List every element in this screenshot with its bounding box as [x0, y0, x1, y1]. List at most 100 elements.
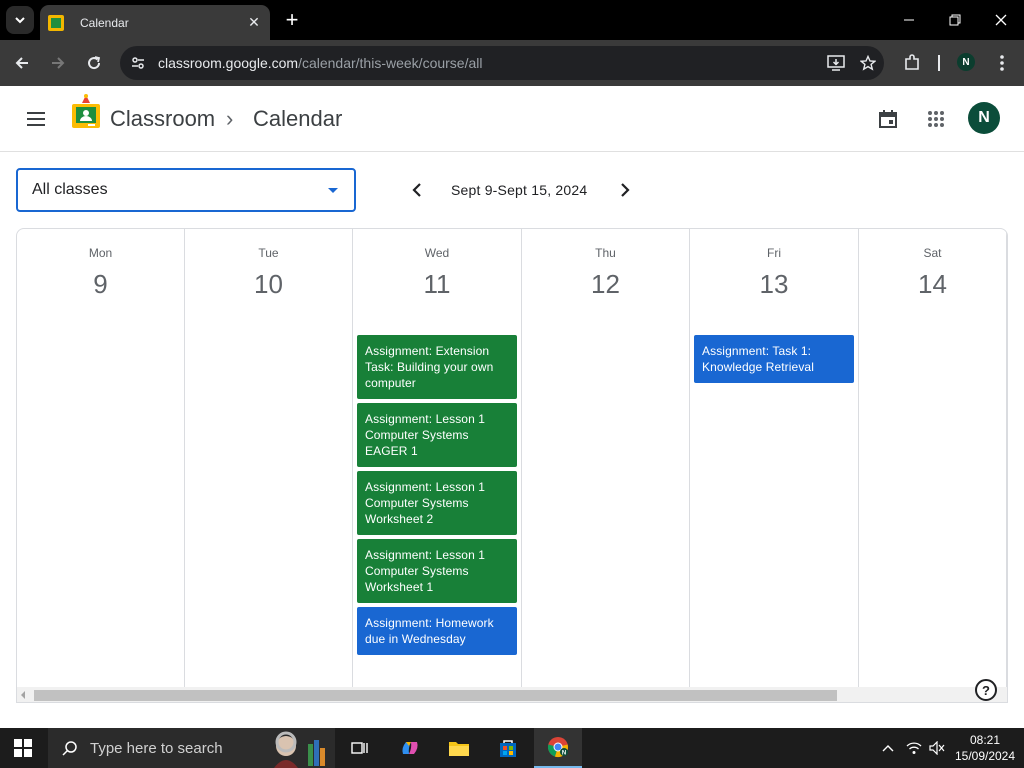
- close-icon: [995, 14, 1007, 26]
- site-info-icon[interactable]: [126, 51, 150, 75]
- assignment-event[interactable]: Assignment: Lesson 1 Computer Systems Wo…: [357, 471, 517, 535]
- reload-icon: [88, 56, 101, 70]
- account-avatar[interactable]: N: [968, 102, 1000, 134]
- address-bar[interactable]: classroom.google.com/calendar/this-week/…: [120, 46, 884, 80]
- new-tab-button[interactable]: +: [280, 7, 304, 32]
- assignment-event[interactable]: Assignment: Homework due in Wednesday: [357, 607, 517, 655]
- day-name: Thu: [595, 246, 616, 260]
- bookmark-star-icon[interactable]: [852, 49, 884, 77]
- url-text[interactable]: classroom.google.com/calendar/this-week/…: [158, 55, 820, 71]
- chrome-button[interactable]: N: [534, 728, 582, 768]
- search-highlight-illustration-icon: [274, 731, 325, 768]
- assignment-event[interactable]: Assignment: Task 1: Knowledge Retrieval: [694, 335, 854, 383]
- calendar-button[interactable]: [872, 103, 904, 135]
- previous-week-button[interactable]: [403, 176, 431, 204]
- class-filter-select[interactable]: All classes: [16, 168, 356, 212]
- windows-taskbar: Type here to search N 08:21 15/09/2024: [0, 728, 1024, 768]
- week-range-label: Sept 9-Sept 15, 2024: [451, 182, 588, 198]
- day-number: 14: [918, 269, 947, 299]
- copilot-button[interactable]: [386, 728, 434, 768]
- week-calendar-grid: Mon 9 Tue 10 Wed 11 Assignment: Extension Task…: [16, 228, 1008, 703]
- browser-toolbar: classroom.google.com/calendar/this-week/…: [0, 40, 1024, 86]
- chevron-up-icon: [882, 745, 894, 752]
- browser-tab[interactable]: Calendar ✕: [40, 5, 270, 40]
- url-host: classroom.google.com: [158, 55, 299, 71]
- restore-button[interactable]: [932, 0, 978, 40]
- folder-icon: [449, 742, 469, 756]
- help-button[interactable]: ?: [975, 679, 997, 701]
- apps-grid-icon: [928, 111, 944, 127]
- scroll-left-arrow-icon[interactable]: [21, 691, 25, 699]
- taskbar-search-box[interactable]: Type here to search: [48, 728, 335, 768]
- restore-icon: [949, 14, 961, 26]
- chevron-left-icon: [412, 183, 421, 197]
- day-number: 11: [423, 269, 451, 299]
- forward-button[interactable]: [44, 49, 72, 77]
- install-app-icon[interactable]: [820, 49, 852, 77]
- calendar-icon: [879, 110, 897, 128]
- assignment-event[interactable]: Assignment: Lesson 1 Computer Systems Wo…: [357, 539, 517, 603]
- minimize-icon: [904, 19, 914, 21]
- classroom-favicon-icon: [48, 14, 64, 31]
- task-view-button[interactable]: [336, 728, 384, 768]
- task-view-icon: [351, 742, 368, 754]
- store-icon: [500, 740, 516, 757]
- day-column[interactable]: Mon 9: [17, 229, 185, 687]
- breadcrumb-separator: ›: [226, 106, 234, 131]
- tab-search-button[interactable]: [6, 6, 34, 34]
- show-hidden-icons-button[interactable]: [876, 728, 900, 768]
- class-filter-value: All classes: [32, 181, 108, 198]
- close-window-button[interactable]: [978, 0, 1024, 40]
- taskbar-clock[interactable]: 08:21 15/09/2024: [950, 732, 1020, 764]
- clock-time: 08:21: [969, 733, 1001, 747]
- search-icon: [62, 741, 77, 756]
- chrome-icon: N: [547, 737, 568, 758]
- day-name: Mon: [88, 246, 113, 260]
- microsoft-store-button[interactable]: [484, 728, 532, 768]
- day-column[interactable]: Wed 11 Assignment: Extension Task: Buildin…: [353, 229, 522, 687]
- volume-button[interactable]: [926, 728, 948, 768]
- day-number: 13: [759, 269, 789, 299]
- apps-launcher-button[interactable]: [920, 103, 952, 135]
- scrollbar-thumb[interactable]: [34, 690, 837, 701]
- back-button[interactable]: [8, 49, 36, 77]
- page-title: Calendar: [253, 106, 343, 131]
- day-column[interactable]: Sat 14: [859, 229, 1007, 687]
- assignment-event[interactable]: Assignment: Lesson 1 Computer Systems EA…: [357, 403, 517, 467]
- day-name: Wed: [424, 246, 450, 260]
- extensions-icon[interactable]: [898, 49, 926, 77]
- search-placeholder: Type here to search: [90, 739, 223, 757]
- main-menu-button[interactable]: [20, 103, 52, 135]
- day-column[interactable]: Fri 13 Assignment: Task 1: Knowledge Retri…: [690, 229, 859, 687]
- chrome-profile-badge: N: [562, 751, 566, 757]
- minimize-button[interactable]: [886, 0, 932, 40]
- classroom-logo-icon: [72, 94, 100, 128]
- day-column[interactable]: Tue 10: [185, 229, 353, 687]
- chevron-right-icon: [621, 183, 630, 197]
- day-name: Sat: [923, 246, 942, 260]
- close-tab-icon[interactable]: ✕: [242, 11, 266, 35]
- browser-tab-bar: Calendar ✕ +: [0, 0, 1024, 40]
- brand-name[interactable]: Classroom: [110, 106, 215, 132]
- browser-profile-avatar[interactable]: N: [957, 53, 975, 71]
- arrow-right-icon: [52, 57, 65, 69]
- arrow-left-icon: [15, 57, 28, 69]
- reload-button[interactable]: [80, 49, 108, 77]
- tab-title: Calendar: [80, 15, 129, 30]
- assignment-event[interactable]: Assignment: Extension Task: Building you…: [357, 335, 517, 399]
- day-name: Tue: [258, 246, 279, 260]
- day-column[interactable]: Thu 12: [522, 229, 690, 687]
- copilot-icon: [402, 742, 418, 754]
- chevron-down-icon: [15, 17, 25, 24]
- file-explorer-button[interactable]: [435, 728, 483, 768]
- day-name: Fri: [767, 246, 781, 260]
- dropdown-caret-icon: [328, 187, 338, 193]
- windows-start-icon[interactable]: [14, 739, 32, 757]
- next-week-button[interactable]: [611, 176, 639, 204]
- network-button[interactable]: [902, 728, 926, 768]
- toolbar-divider: [938, 55, 940, 71]
- wifi-icon: [906, 742, 922, 754]
- horizontal-scrollbar[interactable]: [17, 687, 1007, 702]
- browser-menu-icon[interactable]: [988, 49, 1016, 77]
- volume-muted-icon: [929, 741, 945, 755]
